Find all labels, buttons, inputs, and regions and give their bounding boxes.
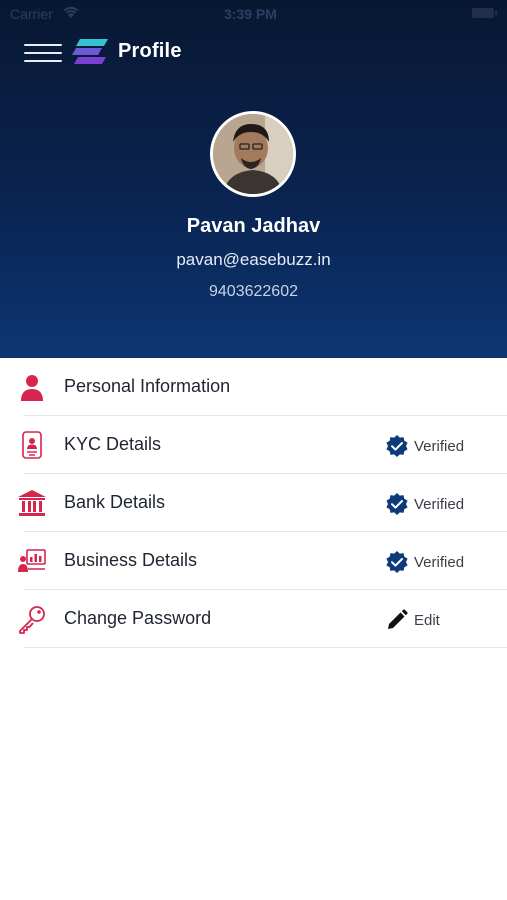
menu-item-personal-information[interactable]: Personal Information — [0, 358, 507, 416]
avatar-photo — [213, 114, 293, 194]
menu-item-label: Change Password — [64, 608, 212, 628]
carrier-label: Carrier — [10, 6, 53, 22]
pencil-icon — [388, 609, 408, 629]
wifi-icon — [63, 6, 79, 18]
key-icon — [19, 606, 45, 634]
id-card-icon — [22, 431, 42, 459]
verified-badge-icon — [386, 493, 408, 515]
avatar[interactable] — [210, 111, 296, 197]
battery-icon — [472, 8, 497, 18]
page-title: Profile — [118, 40, 182, 62]
menu-item-business-details[interactable]: Business Details Verified — [0, 532, 507, 590]
menu-item-label: Bank Details — [64, 492, 166, 512]
bank-icon — [18, 490, 46, 516]
person-icon — [21, 375, 43, 401]
menu-item-label: Business Details — [64, 550, 198, 570]
profile-name: Pavan Jadhav — [186, 215, 321, 237]
profile-phone: 9403622602 — [209, 283, 298, 300]
status-bar: Carrier 3:39 PM — [0, 0, 507, 28]
status-label: Verified — [414, 438, 465, 455]
menu-item-label: Personal Information — [64, 376, 231, 396]
status-label: Verified — [414, 554, 465, 571]
menu-button[interactable] — [24, 42, 62, 64]
menu-item-kyc-details[interactable]: KYC Details Verified — [0, 416, 507, 474]
verified-badge-icon — [386, 551, 408, 573]
business-icon — [18, 549, 46, 572]
profile-menu-list: Personal Information KYC Details Verifie… — [0, 358, 507, 648]
menu-icon-line — [24, 44, 62, 46]
menu-item-change-password[interactable]: Change Password Edit — [0, 590, 507, 648]
clock: 3:39 PM — [224, 6, 277, 22]
menu-item-label: KYC Details — [64, 434, 162, 454]
status-label: Edit — [414, 612, 440, 629]
verified-badge-icon — [386, 435, 408, 457]
menu-icon-line — [24, 52, 62, 54]
profile-email: pavan@easebuzz.in — [176, 250, 331, 269]
menu-icon-line — [24, 60, 62, 62]
easebuzz-logo-icon — [72, 39, 108, 64]
profile-header: Carrier 3:39 PM Profile Pavan Jadhav pav… — [0, 0, 507, 358]
menu-item-bank-details[interactable]: Bank Details Verified — [0, 474, 507, 532]
status-label: Verified — [414, 496, 465, 513]
